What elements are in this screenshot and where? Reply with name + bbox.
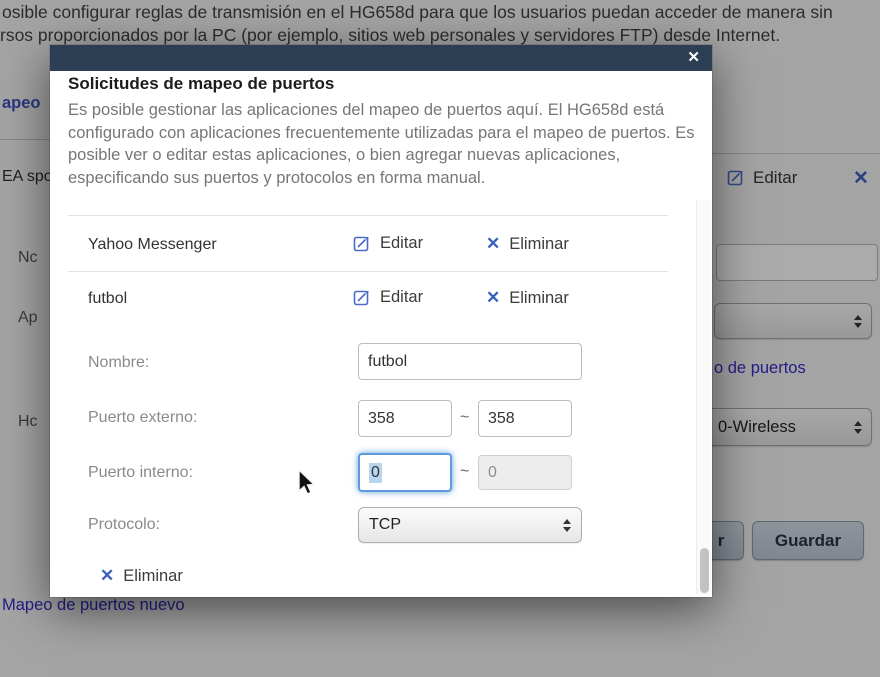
external-port-from-value: 358 bbox=[368, 409, 395, 427]
delete-x-icon: ✕ bbox=[486, 234, 501, 253]
port-mapping-dialog: ✕ Solicitudes de mapeo de puertos Es pos… bbox=[50, 45, 712, 597]
app-row-name: Yahoo Messenger bbox=[88, 236, 217, 253]
dialog-scrollbar-thumb[interactable] bbox=[700, 548, 709, 593]
port-range-tilde: ~ bbox=[460, 463, 470, 480]
edit-pencil-icon bbox=[353, 289, 371, 307]
external-port-to-value: 358 bbox=[488, 409, 515, 427]
protocol-label: Protocolo: bbox=[88, 516, 161, 533]
form-delete-button[interactable]: ✕ Eliminar bbox=[100, 566, 183, 586]
internal-port-from-value: 0 bbox=[369, 462, 382, 483]
edit-label: Editar bbox=[380, 234, 424, 252]
delete-label: Eliminar bbox=[509, 234, 569, 253]
app-row-edit-button[interactable]: Editar bbox=[353, 234, 423, 253]
name-field-label: Nombre: bbox=[88, 354, 150, 371]
delete-x-icon: ✕ bbox=[486, 288, 501, 307]
list-divider bbox=[68, 215, 668, 216]
internal-port-label: Puerto interno: bbox=[88, 464, 193, 481]
internal-port-to-input: 0 bbox=[478, 455, 572, 490]
internal-port-to-value: 0 bbox=[488, 463, 497, 481]
internal-port-from-input[interactable]: 0 bbox=[358, 453, 452, 492]
form-delete-label: Eliminar bbox=[123, 566, 183, 585]
edit-pencil-icon bbox=[353, 235, 371, 253]
app-row-edit-button[interactable]: Editar bbox=[353, 288, 423, 307]
port-range-tilde: ~ bbox=[460, 409, 470, 426]
app-row-delete-button[interactable]: ✕ Eliminar bbox=[486, 234, 569, 254]
list-divider bbox=[68, 271, 668, 272]
external-port-from-input[interactable]: 358 bbox=[358, 400, 452, 437]
delete-x-icon: ✕ bbox=[100, 566, 115, 585]
name-input[interactable]: futbol bbox=[358, 343, 582, 380]
mouse-cursor-icon bbox=[295, 468, 317, 503]
dialog-title-bar bbox=[50, 45, 712, 71]
select-stepper-icon bbox=[563, 518, 571, 532]
dialog-description: Es posible gestionar las aplicaciones de… bbox=[68, 101, 695, 187]
app-row-name: futbol bbox=[88, 290, 128, 307]
edit-label: Editar bbox=[380, 288, 424, 306]
external-port-to-input[interactable]: 358 bbox=[478, 400, 572, 437]
dialog-scrollbar-track[interactable] bbox=[696, 200, 711, 594]
name-input-value: futbol bbox=[368, 352, 408, 370]
delete-label: Eliminar bbox=[509, 288, 569, 307]
protocol-select-value: TCP bbox=[369, 516, 401, 533]
dialog-title: Solicitudes de mapeo de puertos bbox=[68, 74, 335, 93]
protocol-select[interactable]: TCP bbox=[358, 507, 582, 543]
external-port-label: Puerto externo: bbox=[88, 409, 198, 426]
close-icon[interactable]: ✕ bbox=[687, 48, 700, 68]
app-row-delete-button[interactable]: ✕ Eliminar bbox=[486, 288, 569, 308]
